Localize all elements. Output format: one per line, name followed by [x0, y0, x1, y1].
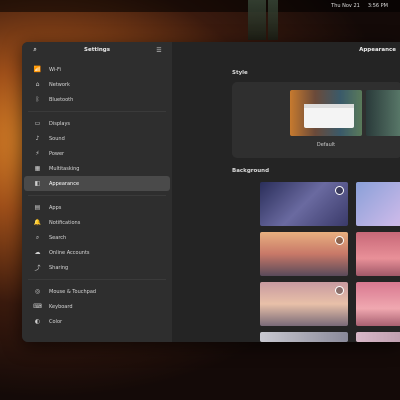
sidebar-item-label: Search	[49, 234, 67, 241]
content-title: Appearance	[359, 47, 396, 53]
sharing-icon: ⤴	[34, 265, 41, 272]
appearance-panel: Appearance Style Default Background	[172, 42, 400, 342]
settings-title: Settings	[84, 47, 110, 53]
clock-date[interactable]: Thu Nov 21	[331, 3, 360, 9]
apps-icon: ▤	[34, 204, 41, 211]
sidebar-item-label: Power	[49, 150, 65, 157]
background-label: Background	[232, 168, 270, 174]
sidebar-item-wi-fi[interactable]: 📶 Wi-Fi	[24, 62, 170, 77]
sidebar-item-mouse-touchpad[interactable]: ◎ Mouse & Touchpad	[24, 284, 170, 299]
sidebar-separator	[28, 111, 166, 112]
online-accounts-icon: ☁	[34, 249, 41, 256]
sidebar-item-label: Online Accounts	[49, 249, 90, 256]
sidebar-item-sharing[interactable]: ⤴ Sharing	[24, 260, 170, 275]
wallpaper-thumbnail[interactable]	[356, 332, 400, 342]
sidebar-item-network[interactable]: ⌂ Network	[24, 77, 170, 92]
clock-time[interactable]: 3:56 PM	[368, 3, 388, 9]
sidebar-item-label: Apps	[49, 204, 62, 211]
display-icon: ▭	[34, 120, 41, 127]
sidebar-separator	[28, 279, 166, 280]
sidebar-item-label: Appearance	[49, 180, 80, 187]
top-bar: Thu Nov 21 3:56 PM	[0, 0, 400, 12]
wallpaper-thumbnail[interactable]	[356, 232, 400, 276]
network-icon: ⌂	[35, 81, 40, 88]
settings-sidebar: ⌕ Settings ☰ 📶 Wi-Fi ⌂ Network ᛒ Bluetooth ▭ Di…	[22, 42, 173, 342]
sidebar-item-bluetooth[interactable]: ᛒ Bluetooth	[24, 92, 170, 107]
settings-window: ⌕ Settings ☰ 📶 Wi-Fi ⌂ Network ᛒ Bluetooth ▭ Di…	[22, 42, 400, 342]
keyboard-icon: ⌨	[33, 303, 42, 310]
sidebar-item-label: Displays	[49, 120, 71, 127]
sidebar-item-label: Sharing	[49, 264, 69, 271]
sidebar-item-label: Color	[49, 318, 63, 325]
sidebar-item-label: Wi-Fi	[49, 66, 61, 73]
sidebar-item-label: Keyboard	[49, 303, 73, 310]
wallpaper-thumbnail[interactable]	[260, 182, 348, 226]
sidebar-item-notifications[interactable]: 🔔 Notifications	[24, 215, 170, 230]
sidebar-item-sound[interactable]: ♪ Sound	[24, 131, 170, 146]
sidebar-item-label: Mouse & Touchpad	[49, 288, 97, 295]
color-icon: ◐	[34, 318, 41, 325]
sidebar-item-appearance[interactable]: ◧ Appearance	[24, 176, 170, 191]
style-label: Style	[232, 70, 248, 76]
selection-indicator	[335, 186, 344, 195]
mouse-icon: ◎	[34, 288, 41, 295]
sidebar-item-label: Notifications	[49, 219, 81, 226]
search-icon: ⌕	[35, 233, 40, 241]
sidebar-item-multitasking[interactable]: ▦ Multitasking	[24, 161, 170, 176]
background-decoration	[248, 0, 266, 40]
wallpaper-thumbnail[interactable]	[260, 282, 348, 326]
sidebar-item-label: Bluetooth	[49, 96, 74, 103]
wifi-icon: 📶	[33, 66, 42, 73]
appearance-icon: ◧	[34, 180, 41, 187]
sidebar-separator	[28, 195, 166, 196]
wallpaper-thumbnail[interactable]	[356, 182, 400, 226]
content-header: Appearance	[172, 42, 400, 58]
sidebar-item-displays[interactable]: ▭ Displays	[24, 116, 170, 131]
sidebar-item-label: Sound	[49, 135, 65, 142]
sound-icon: ♪	[35, 135, 40, 142]
sidebar-item-apps[interactable]: ▤ Apps	[24, 200, 170, 215]
window-preview	[304, 104, 354, 128]
sidebar-item-color[interactable]: ◐ Color	[24, 314, 170, 329]
selection-indicator	[335, 236, 344, 245]
selection-indicator	[335, 286, 344, 295]
sidebar-item-power[interactable]: ⚡ Power	[24, 146, 170, 161]
search-icon[interactable]: ⌕	[30, 45, 40, 55]
background-decoration	[268, 0, 278, 40]
multitasking-icon: ▦	[34, 165, 41, 172]
notifications-icon: 🔔	[33, 219, 42, 226]
sidebar-item-label: Multitasking	[49, 165, 80, 172]
wallpaper-thumbnail[interactable]	[356, 282, 400, 326]
style-option-label: Default	[316, 142, 336, 148]
wallpaper-thumbnail[interactable]	[260, 332, 348, 342]
power-icon: ⚡	[35, 150, 40, 157]
wallpaper-thumbnail[interactable]	[260, 232, 348, 276]
style-option-default[interactable]	[290, 90, 362, 136]
style-card: Default	[232, 82, 400, 158]
menu-icon[interactable]: ☰	[154, 45, 164, 55]
bluetooth-icon: ᛒ	[35, 96, 40, 103]
sidebar-item-search[interactable]: ⌕ Search	[24, 230, 170, 245]
sidebar-item-keyboard[interactable]: ⌨ Keyboard	[24, 299, 170, 314]
sidebar-header: ⌕ Settings ☰	[22, 42, 172, 58]
sidebar-item-online-accounts[interactable]: ☁ Online Accounts	[24, 245, 170, 260]
style-option-dark[interactable]	[366, 90, 400, 136]
sidebar-item-label: Network	[49, 81, 70, 88]
sidebar-list: 📶 Wi-Fi ⌂ Network ᛒ Bluetooth ▭ Displays ♪ Sound ⚡…	[22, 58, 172, 329]
